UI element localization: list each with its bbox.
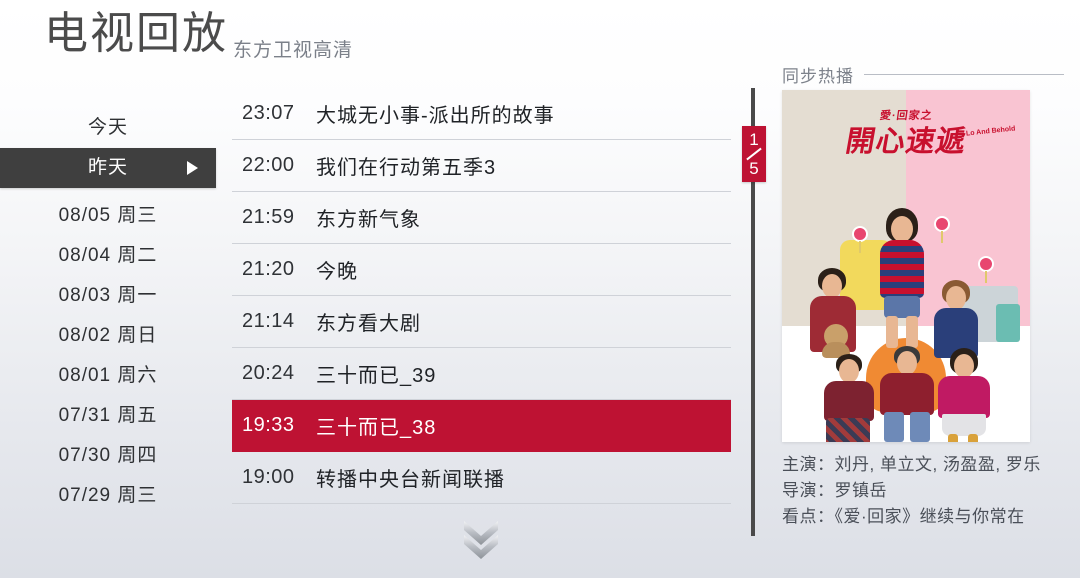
program-row-selected[interactable]: 19:33 三十而已_38	[232, 400, 731, 452]
program-title: 大城无小事-派出所的故事	[316, 105, 555, 127]
program-time: 19:33	[242, 414, 295, 436]
program-row[interactable]: 21:59 东方新气象	[232, 192, 731, 244]
program-time: 23:07	[242, 102, 295, 124]
page-title: 电视回放	[44, 9, 228, 58]
pagination-total: 5	[749, 159, 759, 178]
poster-figure-dog	[820, 322, 852, 358]
sidebar-item-date-0805[interactable]: 08/05 周三	[0, 196, 216, 236]
sidebar-item-label: 07/31 周五	[58, 405, 158, 426]
poster-figure-seated-man	[876, 346, 938, 442]
sidebar-item-label: 昨天	[87, 157, 128, 178]
program-title: 转播中央台新闻联播	[316, 469, 505, 491]
sidebar-item-label: 07/30 周四	[58, 445, 158, 466]
poster-prop-lollipop	[852, 226, 868, 253]
sidebar-item-label: 08/01 周六	[58, 365, 158, 386]
chevron-double-down-icon[interactable]	[458, 516, 504, 562]
poster-prop-box-accent	[996, 304, 1020, 342]
poster-prop-lollipop	[978, 256, 994, 283]
program-title: 三十而已_38	[316, 417, 437, 439]
channel-name: 东方卫视高清	[233, 40, 354, 61]
poster-figure-standing-woman	[874, 208, 930, 348]
poster-logo-sub: 愛·回家之	[878, 110, 934, 122]
poster-figure-right-front-woman	[934, 348, 994, 442]
promo-section-title: 同步热播	[782, 67, 854, 86]
pagination-current: 1	[749, 130, 759, 149]
sidebar-item-date-0803[interactable]: 08/03 周一	[0, 276, 216, 316]
highlight-value: 《爱·回家》继续与你常在	[834, 507, 1025, 526]
program-title: 东方新气象	[316, 209, 421, 231]
chevron-right-icon	[187, 161, 198, 175]
sidebar-item-label: 07/29 周三	[58, 485, 158, 506]
program-title: 三十而已_39	[316, 365, 437, 387]
cast-value: 刘丹, 单立文, 汤盈盈, 罗乐	[834, 455, 1041, 474]
cast-label: 主演：	[782, 455, 835, 474]
program-time: 19:00	[242, 466, 295, 488]
tv-playback-screen: 电视回放 东方卫视高清 今天 昨天 08/05 周三 08/04 周二 08/0…	[0, 0, 1080, 578]
program-row[interactable]: 23:07 大城无小事-派出所的故事	[232, 88, 731, 140]
date-sidebar: 今天 昨天 08/05 周三 08/04 周二 08/03 周一 08/02 周…	[0, 108, 216, 528]
sidebar-item-today[interactable]: 今天	[0, 108, 216, 148]
program-time: 20:24	[242, 362, 295, 384]
highlight-line: 看点：《爱·回家》继续与你常在	[782, 504, 1080, 530]
program-row[interactable]: 22:00 我们在行动第五季3	[232, 140, 731, 192]
program-title: 我们在行动第五季3	[316, 157, 497, 179]
program-row[interactable]: 21:20 今晚	[232, 244, 731, 296]
sidebar-item-date-0730[interactable]: 07/30 周四	[0, 436, 216, 476]
poster-prop-lollipop	[934, 216, 950, 243]
highlight-label: 看点：	[782, 507, 835, 526]
director-line: 导演：罗镇岳	[782, 478, 1080, 504]
sidebar-item-date-0802[interactable]: 08/02 周日	[0, 316, 216, 356]
program-row[interactable]: 21:14 东方看大剧	[232, 296, 731, 348]
poster-logo: 愛·回家之 開心速遞 Lo And Behold	[782, 106, 1030, 159]
poster-figure-kneeling-man	[822, 354, 880, 442]
sidebar-item-label: 08/04 周二	[58, 245, 158, 266]
sidebar-item-label: 今天	[87, 117, 128, 138]
sidebar-item-date-0729[interactable]: 07/29 周三	[0, 476, 216, 516]
program-row[interactable]: 19:00 转播中央台新闻联播	[232, 452, 731, 504]
program-time: 21:14	[242, 310, 295, 332]
program-title: 东方看大剧	[316, 313, 421, 335]
promo-section-header: 同步热播	[782, 62, 1064, 87]
program-list: 23:07 大城无小事-派出所的故事 22:00 我们在行动第五季3 21:59…	[232, 88, 731, 504]
program-time: 21:59	[242, 206, 295, 228]
director-label: 导演：	[782, 481, 835, 500]
promo-poster[interactable]: 愛·回家之 開心速遞 Lo And Behold	[782, 90, 1030, 442]
sidebar-item-yesterday[interactable]: 昨天	[0, 148, 216, 188]
sidebar-item-date-0731[interactable]: 07/31 周五	[0, 396, 216, 436]
program-info-block: 主演：刘丹, 单立文, 汤盈盈, 罗乐 导演：罗镇岳 看点：《爱·回家》继续与你…	[782, 452, 1080, 530]
program-title: 今晚	[316, 261, 358, 283]
program-time: 21:20	[242, 258, 295, 280]
sidebar-item-label: 08/02 周日	[58, 325, 158, 346]
cast-line: 主演：刘丹, 单立文, 汤盈盈, 罗乐	[782, 452, 1080, 478]
sidebar-item-label: 08/03 周一	[58, 285, 158, 306]
program-row[interactable]: 20:24 三十而已_39	[232, 348, 731, 400]
pagination-badge[interactable]: 1 5	[742, 126, 766, 182]
program-time: 22:00	[242, 154, 295, 176]
director-value: 罗镇岳	[834, 481, 887, 500]
sidebar-item-label: 08/05 周三	[58, 205, 158, 226]
sidebar-item-date-0801[interactable]: 08/01 周六	[0, 356, 216, 396]
sidebar-item-date-0804[interactable]: 08/04 周二	[0, 236, 216, 276]
header-divider	[864, 74, 1064, 75]
